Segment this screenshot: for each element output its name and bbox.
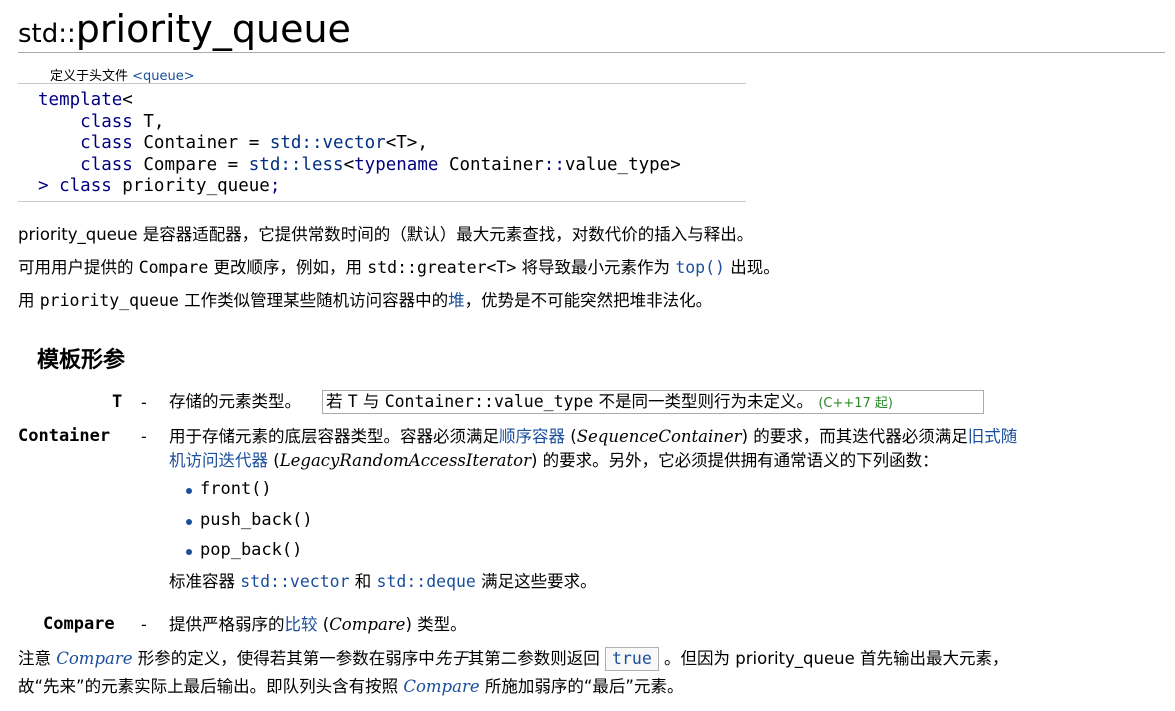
description-paragraph-2: 可用用户提供的 Compare 更改顺序，例如，用 std::greater<T… — [18, 258, 780, 277]
param-dash: - — [141, 427, 147, 446]
top-link[interactable]: top() — [675, 258, 725, 277]
heap-link[interactable]: 堆 — [448, 291, 465, 310]
declaration-top-divider — [18, 83, 746, 84]
compare-named-req-link[interactable]: Compare — [56, 649, 132, 668]
param-t-note: 若 T 与 Container::value_type 不是同一类型则行为未定义… — [326, 392, 893, 411]
param-name-container: Container — [18, 426, 111, 446]
standard-containers-line: 标准容器 std::vector 和 std::deque 满足这些要求。 — [169, 572, 597, 591]
func-front: front() — [200, 479, 272, 499]
declaration-bottom-divider — [18, 201, 746, 202]
std-vector-link-2[interactable]: std::vector — [240, 572, 349, 591]
param-name-compare: Compare — [43, 614, 115, 634]
bullet-icon — [186, 488, 192, 494]
title-name: priority_queue — [75, 7, 351, 51]
std-less-link[interactable]: std::less — [249, 155, 344, 175]
description-paragraph-1: priority_queue 是容器适配器，它提供常数时间的（默认）最大元素查找… — [18, 225, 754, 244]
header-label: 定义于头文件 — [50, 69, 133, 84]
bullet-icon — [186, 549, 192, 555]
header-definition: 定义于头文件 <queue> — [50, 65, 195, 84]
description-paragraph-3: 用 priority_queue 工作类似管理某些随机访问容器中的堆，优势是不可… — [18, 291, 713, 310]
param-desc-container: 用于存储元素的底层容器类型。容器必须满足顺序容器 (SequenceContai… — [169, 427, 1018, 470]
param-desc-compare: 提供严格弱序的比较 (Compare) 类型。 — [169, 615, 467, 634]
std-deque-link[interactable]: std::deque — [377, 572, 476, 591]
sequence-container-link[interactable]: 顺序容器 — [499, 427, 565, 446]
section-heading-template-params: 模板形参 — [37, 348, 126, 373]
compare-named-req-link-2[interactable]: Compare — [403, 677, 479, 696]
title-divider — [18, 52, 1165, 53]
true-literal: true — [605, 647, 659, 671]
param-desc-t: 存储的元素类型。 — [169, 392, 301, 411]
bullet-icon — [186, 519, 192, 525]
title-namespace: std:: — [18, 19, 76, 49]
func-pop-back: pop_back() — [200, 540, 303, 560]
func-push-back: push_back() — [200, 510, 313, 530]
decl-keyword: template — [38, 90, 123, 110]
since-cpp17-tag: (C++17 起) — [818, 396, 893, 411]
random-access-iterator-link-part1[interactable]: 旧式随 — [968, 427, 1018, 446]
page-title: std::priority_queue — [18, 6, 351, 57]
std-vector-link[interactable]: std::vector — [270, 133, 386, 153]
compare-link[interactable]: 比较 — [285, 615, 318, 634]
param-dash: - — [141, 393, 147, 412]
note-line-2: 故“先来”的元素实际上最后输出。即队列头含有按照 Compare 所施加弱序的“… — [18, 677, 684, 696]
random-access-iterator-link-part2[interactable]: 机访问迭代器 — [169, 451, 268, 470]
template-declaration: template< class T, class Container = std… — [38, 90, 681, 196]
header-file-link[interactable]: <queue> — [132, 69, 195, 84]
param-dash: - — [141, 615, 147, 634]
note-line-1: 注意 Compare 形参的定义，使得若其第一参数在弱序中先于其第二参数则返回 … — [18, 645, 1008, 671]
param-name-t: T — [112, 392, 123, 412]
